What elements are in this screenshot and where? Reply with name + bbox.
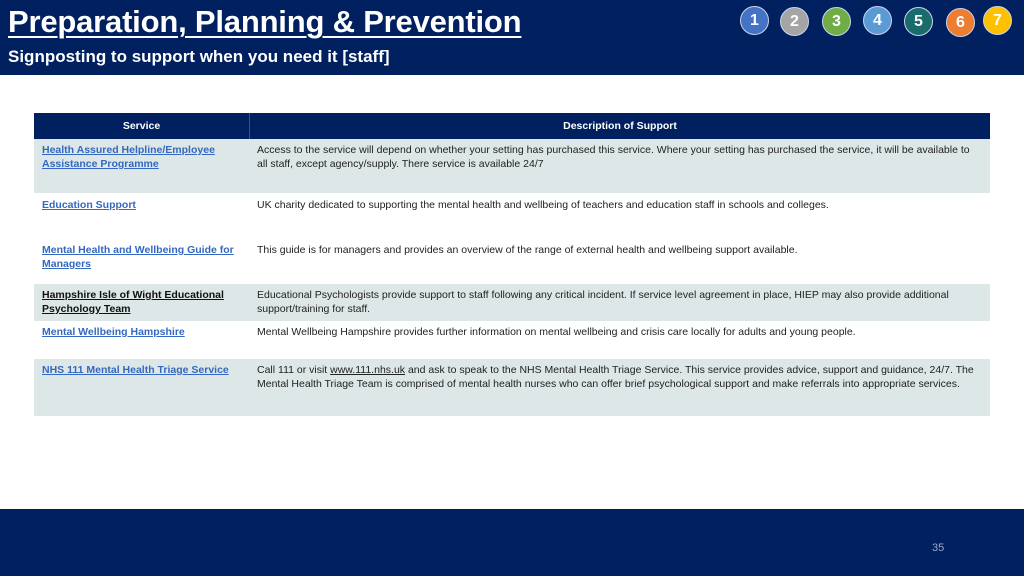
service-description: Educational Psychologists provide suppor…	[257, 289, 949, 315]
service-link-mental-wellbeing-hampshire[interactable]: Mental Wellbeing Hampshire	[42, 326, 185, 338]
table-row: Health Assured Helpline/Employee Assista…	[34, 139, 990, 193]
page-title: Preparation, Planning & Prevention	[8, 4, 522, 39]
service-link-wellbeing-guide[interactable]: Mental Health and Wellbeing Guide for Ma…	[42, 244, 234, 270]
nav-label: 2	[790, 12, 799, 30]
table-row: NHS 111 Mental Health Triage Service Cal…	[34, 359, 990, 416]
nav-section-4[interactable]: 4	[863, 6, 892, 35]
page-subtitle: Signposting to support when you need it …	[8, 47, 390, 66]
nav-section-6[interactable]: 6	[946, 8, 975, 37]
table-header: Service Description of Support	[34, 113, 990, 139]
column-header-service: Service	[34, 113, 250, 139]
description-text: Call 111 or visit	[257, 364, 331, 376]
nav-label: 4	[873, 11, 882, 29]
table-row: Mental Health and Wellbeing Guide for Ma…	[34, 239, 990, 284]
page-number: 35	[932, 542, 945, 554]
nav-section-3[interactable]: 3	[822, 7, 851, 36]
column-header-description: Description of Support	[563, 120, 677, 132]
service-link-health-assured[interactable]: Health Assured Helpline/Employee Assista…	[42, 144, 215, 170]
table-row: Mental Wellbeing Hampshire Mental Wellbe…	[34, 321, 990, 359]
nav-label: 3	[832, 12, 841, 30]
footer-bar	[0, 509, 1024, 576]
service-description: Access to the service will depend on whe…	[257, 144, 970, 170]
service-description: UK charity dedicated to supporting the m…	[257, 199, 829, 211]
nav-section-5[interactable]: 5	[904, 7, 933, 36]
nav-label: 6	[956, 13, 965, 31]
nhs-111-website-link[interactable]: www.111.nhs.uk	[330, 364, 405, 376]
nav-section-1[interactable]: 1	[740, 6, 769, 35]
table-row: Hampshire Isle of Wight Educational Psyc…	[34, 284, 990, 321]
service-description: This guide is for managers and provides …	[257, 244, 798, 256]
nav-label: 5	[914, 12, 923, 30]
service-description: Call 111 or visit www.111.nhs.uk and ask…	[249, 359, 990, 416]
nav-section-2[interactable]: 2	[780, 7, 809, 36]
service-link-hiep[interactable]: Hampshire Isle of Wight Educational Psyc…	[42, 289, 224, 315]
services-table: Service Description of Support Health As…	[34, 113, 990, 416]
service-description: Mental Wellbeing Hampshire provides furt…	[257, 326, 856, 338]
table-row: Education Support UK charity dedicated t…	[34, 193, 990, 239]
nav-section-7[interactable]: 7	[983, 6, 1012, 35]
service-link-education-support[interactable]: Education Support	[42, 199, 136, 211]
nav-label: 7	[993, 11, 1002, 29]
service-link-nhs-111[interactable]: NHS 111 Mental Health Triage Service	[42, 364, 229, 376]
nav-label: 1	[750, 11, 759, 29]
